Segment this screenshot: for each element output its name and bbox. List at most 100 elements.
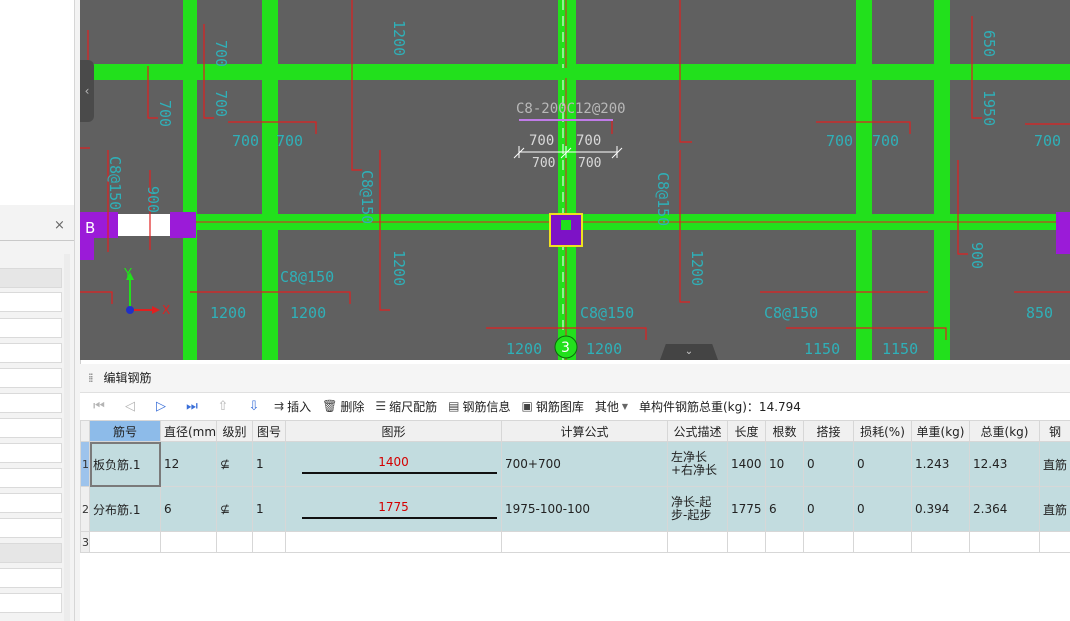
delete-button[interactable]: 🗑 删除	[322, 398, 364, 415]
next-record-icon[interactable]: ▷	[150, 399, 172, 414]
cell-count[interactable]	[765, 531, 804, 553]
property-row[interactable]	[0, 418, 62, 438]
last-record-icon[interactable]: ⏭	[181, 399, 203, 414]
cell-formula-desc[interactable]: 净长-起步-起步	[667, 486, 728, 532]
cell-formula[interactable]: 1975-100-100	[501, 486, 668, 532]
property-row[interactable]	[0, 518, 62, 538]
col-formula-desc[interactable]: 公式描述	[667, 420, 728, 442]
cell-total-weight[interactable]: 12.43	[969, 441, 1040, 487]
scale-rebar-button[interactable]: ☰ 缩尺配筋	[375, 398, 437, 415]
insert-button[interactable]: ⇉ 插入	[274, 398, 311, 415]
col-grade[interactable]: 级别	[216, 420, 253, 442]
property-row[interactable]	[0, 343, 62, 363]
previous-record-icon[interactable]: ◁	[119, 399, 141, 414]
property-row[interactable]	[0, 568, 62, 588]
cell-formula[interactable]: 700+700	[501, 441, 668, 487]
table-row[interactable]: 2 分布筋.1 6 ⊈ 1 1775 1975-100-100 净长-起步-起步…	[80, 486, 1070, 532]
rebar-info-button[interactable]: ▤ 钢筋信息	[448, 398, 510, 415]
cell-figure-no[interactable]	[252, 531, 286, 553]
property-row[interactable]	[0, 393, 62, 413]
col-loss[interactable]: 损耗(%)	[853, 420, 912, 442]
cell-diameter[interactable]: 6	[160, 486, 217, 532]
insert-label: 插入	[287, 399, 312, 414]
cell-rebar-type[interactable]	[1039, 531, 1070, 553]
panel-scrollbar[interactable]	[64, 254, 70, 621]
col-rebar-type[interactable]: 钢	[1039, 420, 1070, 442]
col-total-weight[interactable]: 总重(kg)	[969, 420, 1040, 442]
row-number[interactable]: 3	[80, 531, 90, 553]
cell-formula-desc[interactable]: 左净长+右净长	[667, 441, 728, 487]
cell-loss[interactable]	[853, 531, 912, 553]
cell-lap[interactable]	[803, 531, 854, 553]
cell-count[interactable]: 6	[765, 486, 804, 532]
cell-bar-name[interactable]: 板负筋.1	[89, 441, 161, 487]
cell-length[interactable]: 1775	[727, 486, 766, 532]
table-row[interactable]: 1 板负筋.1 12 ⊈ 1 1400 700+700 左净长+右净长 1400…	[80, 441, 1070, 487]
cell-length[interactable]: 1400	[727, 441, 766, 487]
cell-length[interactable]	[727, 531, 766, 553]
col-figure-no[interactable]: 图号	[252, 420, 286, 442]
collapse-bottom-icon[interactable]: ⌄	[660, 344, 718, 360]
cell-rebar-type[interactable]: 直筋	[1039, 486, 1070, 532]
property-row[interactable]	[0, 318, 62, 338]
dim-label: 1950	[980, 90, 998, 126]
cell-bar-name[interactable]	[89, 531, 161, 553]
property-row[interactable]	[0, 268, 62, 288]
cell-formula-desc[interactable]	[667, 531, 728, 553]
cell-bar-name[interactable]: 分布筋.1	[89, 486, 161, 532]
col-length[interactable]: 长度	[727, 420, 766, 442]
cell-unit-weight[interactable]: 1.243	[911, 441, 970, 487]
col-bar-no[interactable]: 筋号	[89, 420, 161, 442]
cell-unit-weight[interactable]: 0.394	[911, 486, 970, 532]
col-unit-weight[interactable]: 单重(kg)	[911, 420, 970, 442]
cell-loss[interactable]: 0	[853, 486, 912, 532]
other-label: 其他	[594, 399, 619, 414]
dim-label: 1200	[586, 340, 622, 358]
cell-grade[interactable]: ⊈	[216, 486, 253, 532]
cell-figure-no[interactable]: 1	[252, 441, 286, 487]
close-icon[interactable]: ×	[54, 218, 65, 233]
row-number[interactable]: 2	[80, 486, 90, 532]
cell-figure-no[interactable]: 1	[252, 486, 286, 532]
col-lap[interactable]: 搭接	[803, 420, 854, 442]
move-up-icon[interactable]: ⇧	[212, 399, 234, 414]
property-row[interactable]	[0, 593, 62, 613]
axis-3-label: 3	[561, 340, 570, 356]
col-formula[interactable]: 计算公式	[501, 420, 668, 442]
cell-total-weight[interactable]	[969, 531, 1040, 553]
cell-lap[interactable]: 0	[803, 486, 854, 532]
first-record-icon[interactable]: ⏮	[88, 399, 110, 414]
move-down-icon[interactable]: ⇩	[243, 399, 265, 414]
cell-shape[interactable]	[285, 531, 502, 553]
cell-diameter[interactable]: 12	[160, 441, 217, 487]
property-row[interactable]	[0, 493, 62, 513]
cell-total-weight[interactable]: 2.364	[969, 486, 1040, 532]
property-row[interactable]	[0, 543, 62, 563]
cell-formula[interactable]	[501, 531, 668, 553]
dim-label: 650	[980, 30, 998, 57]
cell-diameter[interactable]	[160, 531, 217, 553]
other-dropdown[interactable]: 其他 ▼	[595, 398, 628, 415]
property-row[interactable]	[0, 368, 62, 388]
collapse-left-icon[interactable]: ‹	[80, 60, 94, 122]
col-count[interactable]: 根数	[765, 420, 804, 442]
drag-handle-icon[interactable]: ⁞⁞	[88, 371, 93, 385]
row-number[interactable]: 1	[80, 441, 90, 487]
cell-grade[interactable]	[216, 531, 253, 553]
col-shape[interactable]: 图形	[285, 420, 502, 442]
cell-shape[interactable]: 1775	[285, 486, 502, 532]
cell-count[interactable]: 10	[765, 441, 804, 487]
rebar-library-button[interactable]: ▣ 钢筋图库	[521, 398, 583, 415]
cell-rebar-type[interactable]: 直筋	[1039, 441, 1070, 487]
table-row[interactable]: 3	[80, 531, 1070, 553]
cell-grade[interactable]: ⊈	[216, 441, 253, 487]
cell-shape[interactable]: 1400	[285, 441, 502, 487]
cad-drawing-area[interactable]: C8-200C12@200 700 700 700 700 700 700 70…	[80, 0, 1070, 360]
cell-lap[interactable]: 0	[803, 441, 854, 487]
property-row[interactable]	[0, 292, 62, 312]
property-row[interactable]	[0, 443, 62, 463]
cell-loss[interactable]: 0	[853, 441, 912, 487]
col-diameter[interactable]: 直径(mm)	[160, 420, 217, 442]
property-row[interactable]	[0, 468, 62, 488]
cell-unit-weight[interactable]	[911, 531, 970, 553]
